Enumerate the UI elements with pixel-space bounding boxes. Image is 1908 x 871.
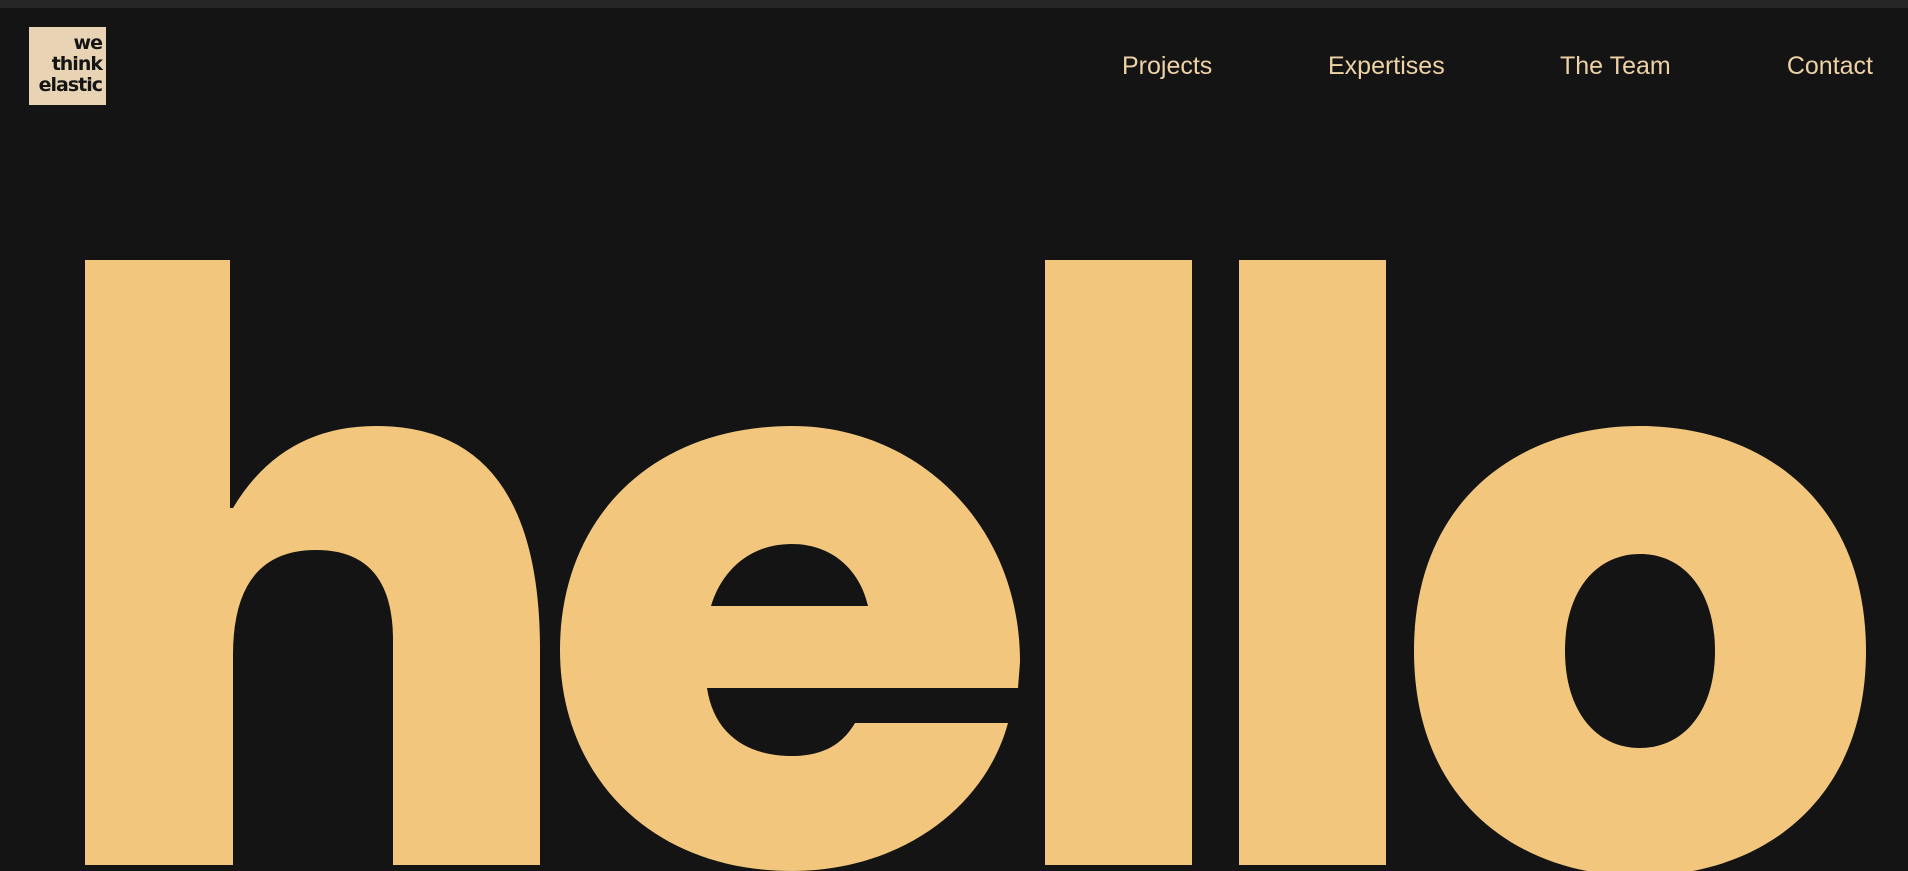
hero-letter-h [85, 260, 540, 865]
hero-hello-text: hello [85, 260, 1866, 871]
hero-letter-e [560, 426, 1020, 871]
hero-letter-l-second [1239, 260, 1386, 865]
hero-letter-l-first [1045, 260, 1192, 865]
hero-letter-o [1414, 426, 1866, 871]
